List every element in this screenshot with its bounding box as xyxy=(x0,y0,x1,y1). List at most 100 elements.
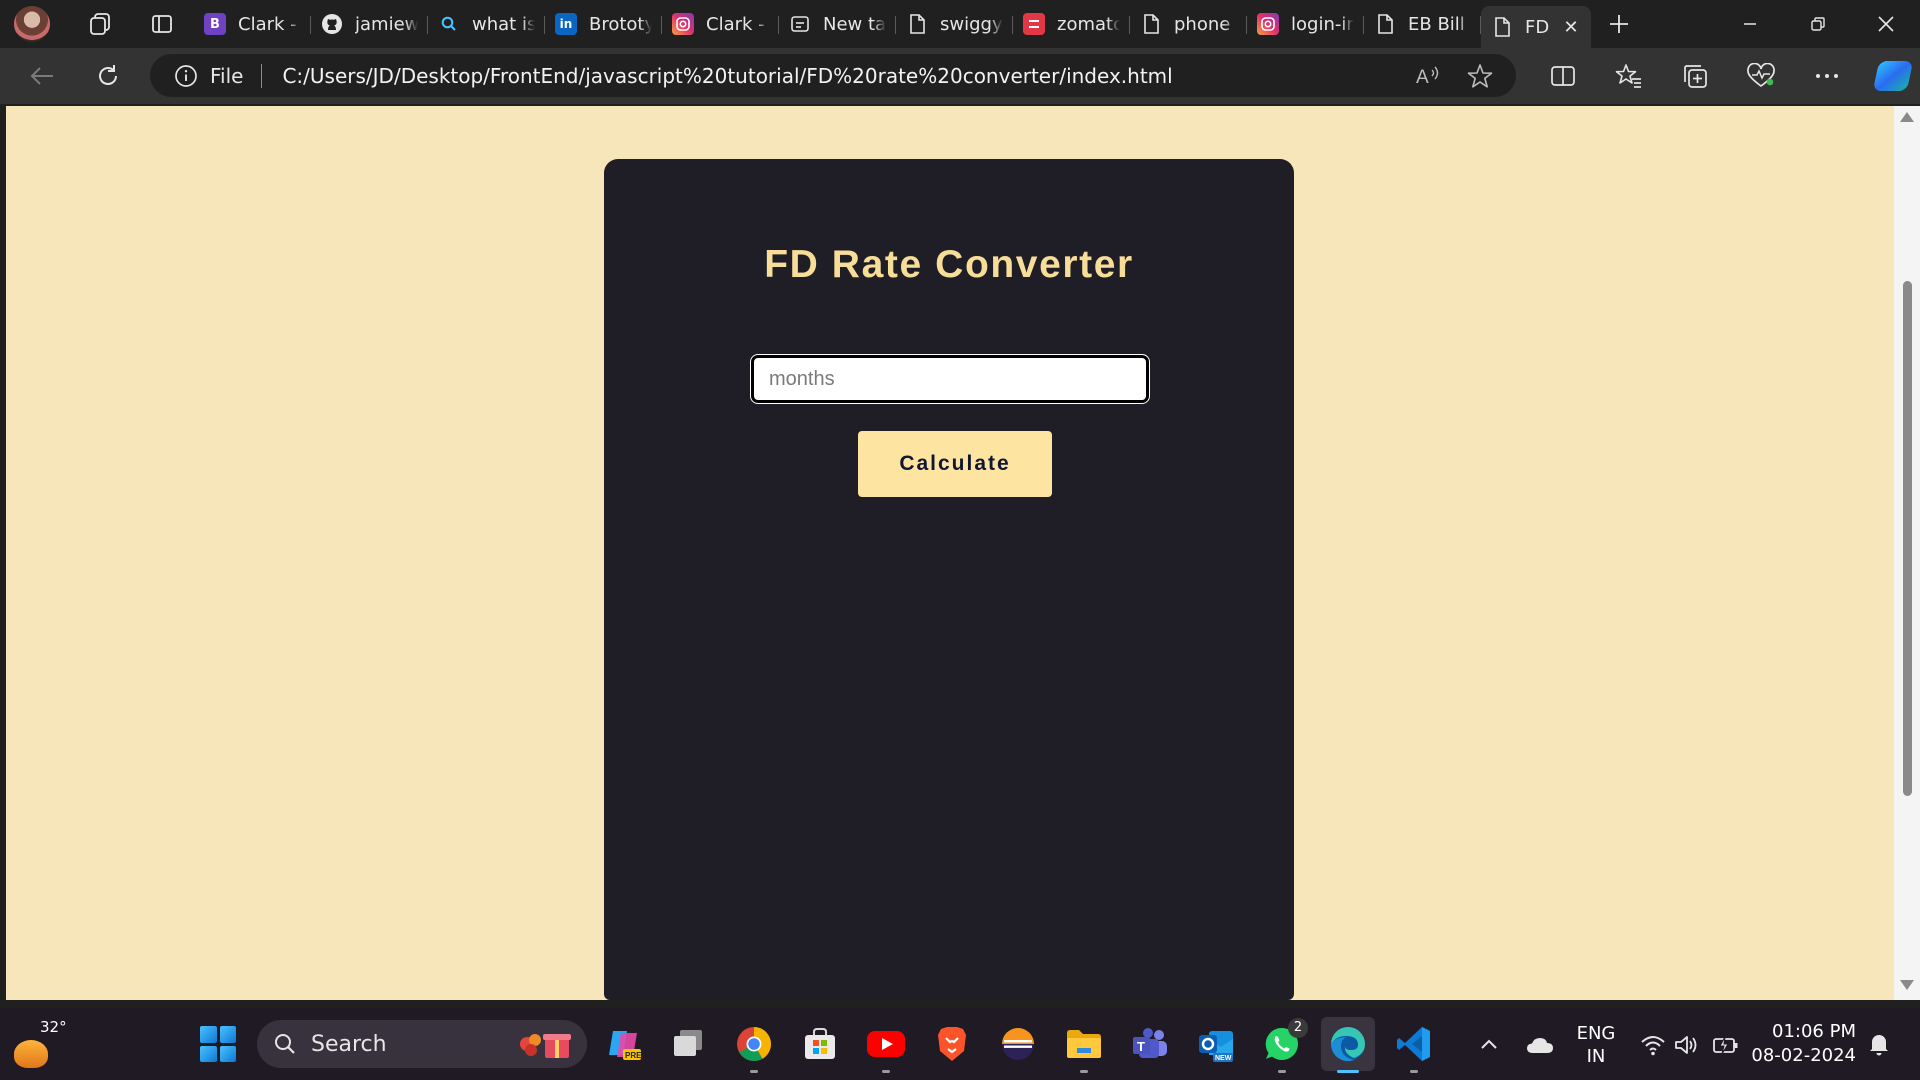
toolbar-actions xyxy=(1530,52,1920,100)
plus-icon xyxy=(1610,15,1628,33)
windows-logo-tile xyxy=(200,1026,217,1043)
taskbar-search-box[interactable]: Search xyxy=(257,1020,587,1068)
taskbar-outlook-new-app[interactable]: NEW xyxy=(1194,1022,1238,1066)
running-indicator xyxy=(1278,1070,1286,1073)
eclipse-icon xyxy=(1002,1028,1034,1060)
tab-4[interactable]: in Brototyp xyxy=(545,4,662,44)
address-bar[interactable]: File C:/Users/JD/Desktop/FrontEnd/javasc… xyxy=(150,54,1516,97)
months-input[interactable] xyxy=(750,354,1150,404)
tab-label: jamiewil xyxy=(355,13,418,35)
svg-text:NEW: NEW xyxy=(1215,1055,1232,1062)
tab-10[interactable]: login-in xyxy=(1247,4,1364,44)
workspaces-button[interactable] xyxy=(76,0,124,48)
running-indicator xyxy=(1410,1070,1418,1073)
page-title: FD Rate Converter xyxy=(764,243,1134,286)
scroll-down-arrow-icon[interactable] xyxy=(1900,980,1914,990)
minimize-icon xyxy=(1744,23,1756,25)
onedrive-cloud-icon[interactable] xyxy=(1526,1036,1554,1054)
settings-more-button[interactable] xyxy=(1794,52,1860,100)
running-indicator xyxy=(1080,1070,1088,1073)
vscode-icon xyxy=(1397,1027,1430,1061)
taskbar-youtube-app[interactable] xyxy=(864,1022,908,1073)
taskbar-vscode-app[interactable] xyxy=(1392,1022,1436,1073)
taskbar-teams-app[interactable]: T xyxy=(1128,1022,1172,1066)
linkedin-icon: in xyxy=(555,13,577,35)
tab-7[interactable]: swiggy xyxy=(896,4,1013,44)
instagram-icon xyxy=(672,13,694,35)
close-tab-icon[interactable]: ✕ xyxy=(1561,17,1581,38)
tab-label: zomato xyxy=(1057,13,1120,35)
wifi-icon[interactable] xyxy=(1640,1034,1666,1056)
taskbar-brave-app[interactable] xyxy=(930,1022,974,1066)
taskbar-edge-app[interactable] xyxy=(1321,1017,1375,1073)
tab-active[interactable]: FD ✕ xyxy=(1481,6,1591,48)
workspaces-icon xyxy=(90,13,110,35)
heart-pulse-icon xyxy=(1747,63,1775,88)
notifications-bell-icon[interactable] xyxy=(1868,1032,1890,1056)
tab-label: FD xyxy=(1525,16,1550,38)
favorite-star-button[interactable] xyxy=(1454,52,1506,100)
language-indicator[interactable]: ENG IN xyxy=(1568,1022,1624,1068)
taskbar-copilot-pre-app[interactable]: PRE xyxy=(602,1022,646,1066)
collections-button[interactable] xyxy=(1662,52,1728,100)
address-separator xyxy=(261,63,263,88)
search-icon xyxy=(275,1034,295,1054)
vertical-scrollbar[interactable] xyxy=(1894,106,1920,1000)
back-button[interactable] xyxy=(16,52,68,100)
tab-6[interactable]: New tab xyxy=(779,4,896,44)
tab-9[interactable]: phone xyxy=(1130,4,1247,44)
taskbar-eclipse-app[interactable] xyxy=(996,1022,1040,1066)
taskbar-clock[interactable]: 01:06 PM 08-02-2024 xyxy=(1751,1020,1856,1068)
language-line1: ENG xyxy=(1576,1023,1616,1044)
split-screen-button[interactable] xyxy=(1530,52,1596,100)
restore-icon xyxy=(1811,17,1825,31)
profile-button[interactable] xyxy=(8,0,56,48)
minimize-button[interactable] xyxy=(1716,0,1784,48)
url-text[interactable]: C:/Users/JD/Desktop/FrontEnd/javascript%… xyxy=(282,64,1172,88)
taskbar-task-view-app[interactable] xyxy=(666,1022,710,1066)
running-indicator xyxy=(1337,1070,1359,1073)
chrome-icon xyxy=(737,1027,771,1061)
tab-label: swiggy xyxy=(940,13,1003,35)
new-tab-button[interactable] xyxy=(1597,2,1641,46)
battery-charging-icon[interactable] xyxy=(1712,1035,1740,1055)
copilot-button[interactable] xyxy=(1860,52,1920,100)
scrollbar-thumb[interactable] xyxy=(1903,281,1912,796)
outlook-icon: NEW xyxy=(1199,1031,1233,1062)
language-line2: IN xyxy=(1586,1046,1606,1067)
windows-logo-tile xyxy=(219,1045,236,1062)
read-aloud-button[interactable]: A xyxy=(1402,52,1454,100)
converter-card: FD Rate Converter Calculate xyxy=(604,159,1294,1000)
calculate-button[interactable]: Calculate xyxy=(858,431,1052,497)
scroll-up-arrow-icon[interactable] xyxy=(1900,112,1914,122)
weather-widget[interactable]: 32° xyxy=(10,1018,67,1070)
restore-button[interactable] xyxy=(1784,0,1852,48)
taskbar-store-app[interactable] xyxy=(798,1022,842,1066)
taskbar-chrome-app[interactable] xyxy=(732,1022,776,1073)
volume-icon[interactable] xyxy=(1674,1034,1700,1056)
tab-2[interactable]: jamiewil xyxy=(311,4,428,44)
favorites-button[interactable] xyxy=(1596,52,1662,100)
browser-essentials-button[interactable] xyxy=(1728,52,1794,100)
task-view-icon xyxy=(674,1030,702,1056)
show-hidden-icons-chevron-icon[interactable] xyxy=(1480,1038,1498,1050)
close-window-button[interactable] xyxy=(1852,0,1920,48)
tab-5[interactable]: Clark - P xyxy=(662,4,779,44)
edge-icon xyxy=(1330,1027,1365,1062)
taskbar-whatsapp-app[interactable]: 2 xyxy=(1260,1018,1308,1073)
tab-8[interactable]: zomato xyxy=(1013,4,1130,44)
tab-actions-button[interactable] xyxy=(138,0,186,48)
collections-icon xyxy=(1684,65,1707,88)
tab-1[interactable]: B Clark - P xyxy=(194,4,311,44)
site-info-button[interactable]: File xyxy=(174,63,282,88)
site-info-label: File xyxy=(210,63,244,88)
brave-lion-icon xyxy=(938,1027,966,1061)
taskbar-file-explorer-app[interactable] xyxy=(1062,1022,1106,1073)
start-button[interactable] xyxy=(200,1026,236,1062)
tab-label: New tab xyxy=(823,13,886,35)
windows-logo-tile xyxy=(200,1045,217,1062)
tab-11[interactable]: EB Bill C xyxy=(1364,4,1481,44)
refresh-button[interactable] xyxy=(82,52,134,100)
document-icon xyxy=(1491,16,1513,38)
tab-3[interactable]: what is xyxy=(428,4,545,44)
